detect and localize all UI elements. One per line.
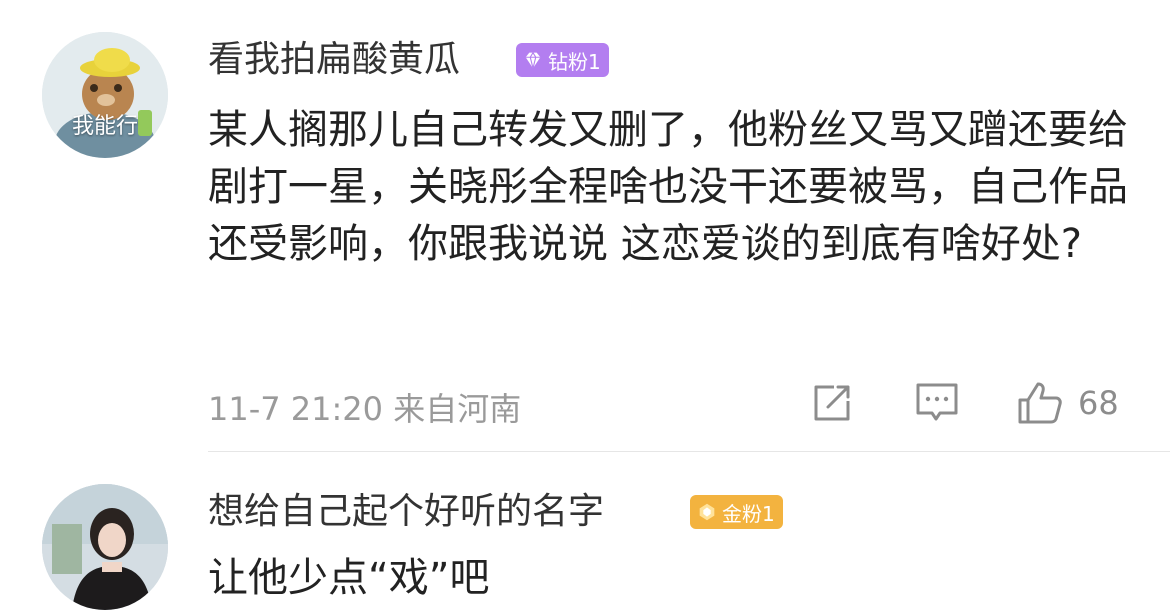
diamond-icon (525, 51, 541, 69)
like-count: 68 (1078, 384, 1119, 422)
comment-meta: 11-7 21:20 来自河南 (208, 384, 521, 430)
comment-location: 来自河南 (393, 390, 522, 428)
avatar[interactable]: 我能行 (42, 32, 168, 158)
comment-icon (916, 383, 958, 421)
gold-badge-icon (699, 503, 715, 521)
comment-text: 让他少点“戏”吧 (208, 555, 490, 601)
fan-badge[interactable]: 金粉1 (690, 495, 783, 529)
portrait-avatar-image (42, 484, 168, 610)
reply-button[interactable] (914, 378, 960, 428)
avatar-caption: 我能行 (71, 114, 138, 139)
share-icon (814, 385, 850, 421)
comment-text: 某人搁那儿自己转发又删了，他粉丝又骂又蹭还要给剧打一星，关晓彤全程啥也没干还要被… (208, 107, 1128, 267)
like-button[interactable]: 68 (1016, 378, 1119, 428)
share-button[interactable] (810, 378, 854, 428)
comment-time: 11-7 21:20 (208, 390, 384, 428)
badge-label: 金粉1 (722, 501, 775, 526)
comment-divider (208, 451, 1170, 452)
avatar[interactable] (42, 484, 168, 610)
username[interactable]: 想给自己起个好听的名字 (208, 494, 604, 530)
like-icon (1018, 382, 1062, 424)
fan-badge[interactable]: 钻粉1 (516, 43, 609, 77)
username[interactable]: 看我拍扁酸黄瓜 (208, 42, 460, 78)
badge-label: 钻粉1 (548, 49, 601, 74)
